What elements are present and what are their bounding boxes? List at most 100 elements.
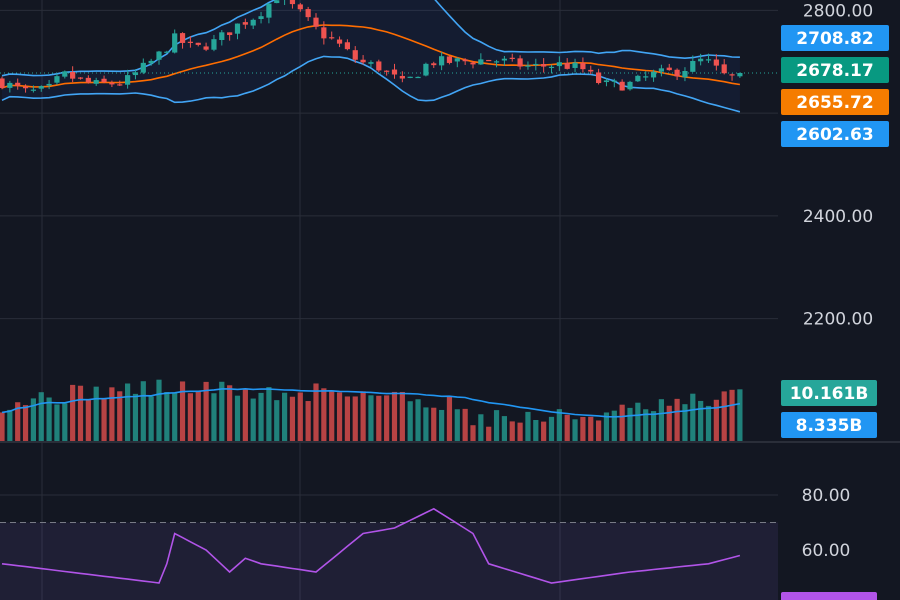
- volume-bar[interactable]: [729, 389, 735, 441]
- volume-bar[interactable]: [219, 381, 225, 441]
- candle[interactable]: [627, 80, 633, 91]
- volume-bar[interactable]: [360, 391, 366, 441]
- volume-bar[interactable]: [85, 399, 91, 441]
- volume-bar[interactable]: [635, 402, 641, 441]
- volume-bar[interactable]: [580, 416, 586, 441]
- volume-bar[interactable]: [399, 391, 405, 441]
- volume-bar[interactable]: [478, 414, 484, 441]
- volume-bar[interactable]: [195, 391, 201, 441]
- candle[interactable]: [635, 74, 641, 82]
- volume-bar[interactable]: [446, 396, 453, 441]
- volume-bar[interactable]: [698, 400, 704, 441]
- volume-bar[interactable]: [305, 401, 311, 441]
- volume-bar[interactable]: [423, 407, 429, 441]
- volume-bar[interactable]: [690, 393, 696, 441]
- trading-chart[interactable]: 2800.00 2400.00 2200.00 80.00 60.00 2708.82 2…: [0, 0, 900, 600]
- candle[interactable]: [376, 59, 382, 72]
- volume-bar[interactable]: [132, 393, 139, 441]
- volume-bar[interactable]: [391, 391, 398, 441]
- volume-bar[interactable]: [454, 409, 460, 441]
- volume-bar[interactable]: [619, 404, 625, 441]
- candle[interactable]: [274, 0, 280, 4]
- volume-bar[interactable]: [674, 398, 680, 441]
- volume-bar[interactable]: [682, 404, 688, 441]
- volume-bar[interactable]: [407, 401, 413, 441]
- volume-bar[interactable]: [0, 412, 5, 441]
- volume-bar[interactable]: [250, 398, 256, 441]
- volume-bar[interactable]: [493, 410, 500, 441]
- volume-bar[interactable]: [336, 392, 343, 441]
- volume-bar[interactable]: [329, 390, 335, 441]
- volume-bar[interactable]: [109, 387, 115, 441]
- candle[interactable]: [486, 59, 492, 62]
- volume-bar[interactable]: [148, 396, 154, 441]
- volume-bar[interactable]: [7, 409, 13, 441]
- volume-bar[interactable]: [266, 387, 272, 441]
- volume-bar[interactable]: [572, 419, 578, 441]
- volume-bar[interactable]: [462, 408, 468, 441]
- volume-bar[interactable]: [501, 416, 507, 441]
- volume-bar[interactable]: [352, 396, 358, 441]
- volume-bar[interactable]: [533, 419, 539, 441]
- volume-bar[interactable]: [46, 397, 52, 441]
- volume-bar[interactable]: [234, 395, 241, 441]
- volume-bar[interactable]: [297, 392, 303, 441]
- volume-bar[interactable]: [384, 395, 390, 441]
- volume-bar[interactable]: [22, 405, 29, 441]
- volume-bar[interactable]: [211, 393, 217, 441]
- volume-bar[interactable]: [164, 391, 170, 441]
- volume-bar[interactable]: [179, 381, 186, 441]
- volume-bar[interactable]: [344, 396, 350, 441]
- volume-bar[interactable]: [705, 405, 712, 441]
- volume-bar[interactable]: [588, 416, 594, 441]
- volume-bar[interactable]: [439, 409, 445, 441]
- volume-bar[interactable]: [658, 399, 664, 441]
- volume-bar[interactable]: [666, 405, 672, 441]
- volume-bar[interactable]: [611, 410, 617, 441]
- volume-bar[interactable]: [54, 404, 60, 441]
- volume-bar[interactable]: [541, 421, 547, 441]
- volume-bar[interactable]: [627, 407, 633, 441]
- volume-bar[interactable]: [187, 393, 193, 441]
- volume-bar[interactable]: [70, 384, 76, 441]
- volume-bar[interactable]: [156, 379, 162, 441]
- candle[interactable]: [0, 76, 5, 90]
- volume-bar[interactable]: [556, 409, 562, 441]
- volume-bar[interactable]: [258, 392, 264, 441]
- candle[interactable]: [423, 62, 429, 77]
- volume-bar[interactable]: [313, 383, 319, 441]
- volume-bar[interactable]: [117, 391, 123, 441]
- volume-bar[interactable]: [274, 400, 280, 441]
- volume-bar[interactable]: [140, 381, 146, 441]
- volume-bar[interactable]: [77, 385, 84, 441]
- volume-bar[interactable]: [431, 407, 437, 441]
- volume-bar[interactable]: [650, 411, 657, 441]
- volume-bar[interactable]: [172, 392, 178, 441]
- volume-bar[interactable]: [509, 421, 515, 441]
- volume-bar[interactable]: [486, 426, 492, 441]
- volume-bar[interactable]: [517, 422, 523, 441]
- volume-bar[interactable]: [368, 395, 374, 441]
- candle[interactable]: [407, 76, 413, 79]
- volume-bar[interactable]: [737, 389, 743, 441]
- volume-bar[interactable]: [470, 425, 476, 441]
- volume-bar[interactable]: [62, 403, 68, 441]
- volume-bar[interactable]: [93, 386, 99, 441]
- volume-bar[interactable]: [721, 391, 727, 441]
- volume-bar[interactable]: [282, 392, 288, 441]
- volume-bar[interactable]: [242, 388, 248, 441]
- volume-bar[interactable]: [713, 399, 719, 441]
- volume-bar[interactable]: [101, 399, 107, 441]
- volume-bar[interactable]: [227, 385, 233, 441]
- candle-body: [132, 72, 139, 76]
- volume-bar[interactable]: [415, 399, 421, 441]
- volume-bar[interactable]: [548, 416, 555, 441]
- volume-bar[interactable]: [321, 388, 327, 441]
- volume-bar[interactable]: [564, 414, 570, 441]
- volume-bar[interactable]: [38, 392, 44, 441]
- volume-bar[interactable]: [376, 395, 382, 441]
- volume-bar[interactable]: [525, 411, 531, 441]
- volume-bar[interactable]: [289, 396, 296, 441]
- volume-bar[interactable]: [125, 383, 131, 441]
- volume-bar[interactable]: [596, 420, 602, 441]
